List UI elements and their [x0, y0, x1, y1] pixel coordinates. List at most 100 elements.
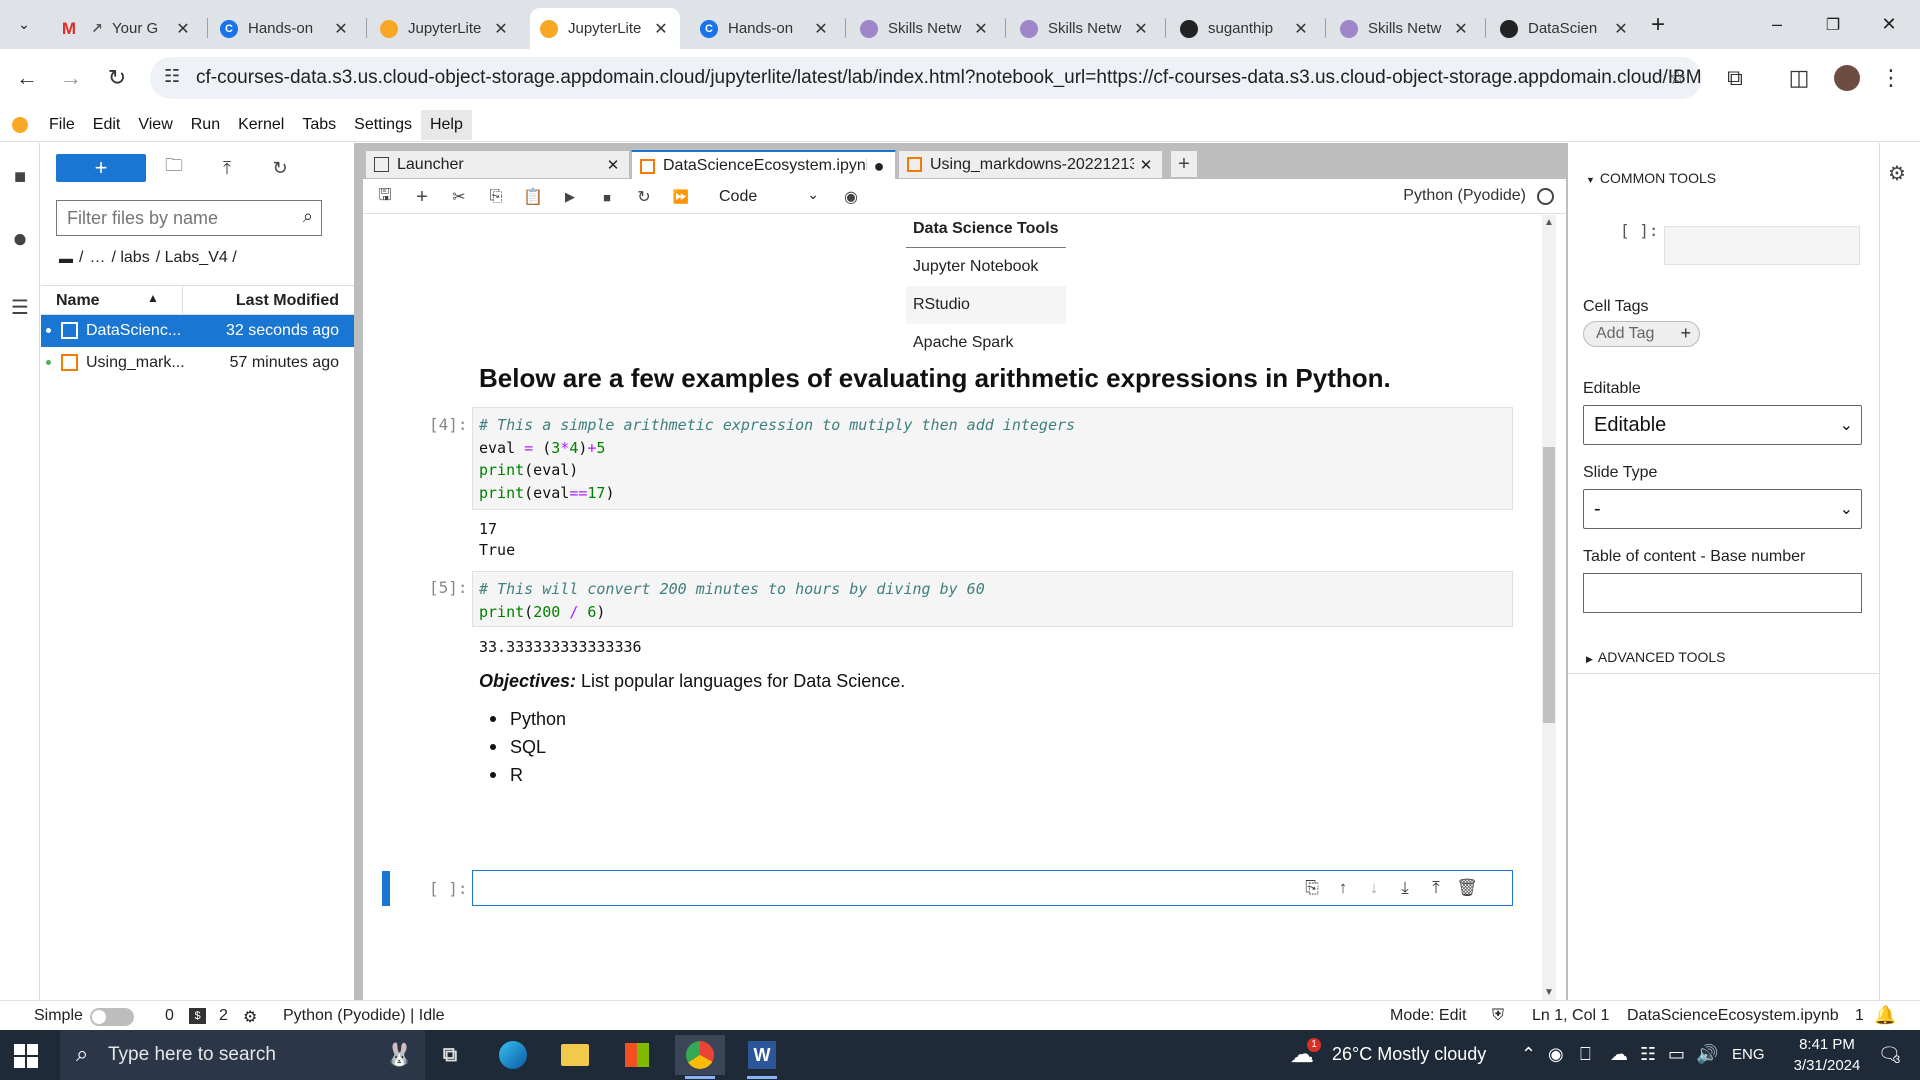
browser-tab-github-2[interactable]: DataScien ✕	[1490, 8, 1640, 49]
notebook-scrollbar[interactable]: ▲ ▼	[1542, 215, 1556, 1000]
add-tag-button[interactable]: Add Tag +	[1583, 321, 1700, 347]
minimize-icon[interactable]: –	[1750, 0, 1804, 49]
save-icon[interactable]: 🖫	[371, 183, 399, 211]
input-language[interactable]: ENG	[1732, 1046, 1765, 1063]
browser-tab-gmail[interactable]: M ↗ Your G ✕	[50, 8, 202, 49]
side-panel-icon[interactable]: ◫	[1780, 59, 1818, 97]
refresh-icon[interactable]: ↻	[266, 154, 294, 182]
upload-icon[interactable]: ⤒	[213, 154, 241, 182]
file-row[interactable]: DataScienc... 32 seconds ago	[41, 315, 354, 347]
system-clock[interactable]: 8:41 PM 3/31/2024	[1782, 1034, 1872, 1076]
close-tab-icon[interactable]: ✕	[174, 19, 192, 39]
menu-file[interactable]: File	[40, 110, 84, 140]
kernel-status[interactable]: Python (Pyodide) | Idle	[283, 1007, 445, 1025]
tab-datascience-notebook[interactable]: DataScienceEcosystem.ipynb ●	[631, 150, 896, 180]
browser-tab-jupyterlite-active[interactable]: JupyterLite ✕	[530, 8, 680, 49]
advanced-tools-section[interactable]: ▶ ADVANCED TOOLS	[1586, 649, 1726, 665]
close-tab-icon[interactable]: ✕	[972, 19, 990, 39]
close-icon[interactable]: ✕	[1138, 156, 1154, 174]
weather-text[interactable]: 26°C Mostly cloudy	[1332, 1044, 1486, 1065]
browser-tab-skills-network-2[interactable]: Skills Netw ✕	[1010, 8, 1160, 49]
tab-using-markdowns[interactable]: Using_markdowns-20221213 ✕	[898, 150, 1163, 179]
column-name-header[interactable]: Name	[56, 292, 100, 310]
new-folder-icon[interactable]: 🗀	[160, 154, 188, 182]
move-down-icon[interactable]: ↓	[1362, 876, 1386, 900]
duplicate-cell-icon[interactable]: ⎘	[1300, 876, 1324, 900]
close-tab-icon[interactable]: ✕	[812, 19, 830, 39]
taskbar-search-box[interactable]: ⌕ Type here to search 🐰	[60, 1030, 425, 1080]
close-tab-icon[interactable]: ✕	[1292, 19, 1310, 39]
close-icon[interactable]: ✕	[605, 156, 621, 174]
extensions-icon[interactable]: ⧉	[1716, 59, 1754, 97]
kernel-count[interactable]: 2	[219, 1007, 228, 1025]
meet-now-icon[interactable]: ⎕	[1580, 1044, 1591, 1065]
restore-icon[interactable]: ❐	[1806, 0, 1860, 49]
browser-menu-icon[interactable]: ⋮	[1872, 59, 1910, 97]
menu-view[interactable]: View	[129, 110, 181, 140]
restart-run-all-icon[interactable]: ⏩	[667, 183, 695, 211]
simple-mode-toggle[interactable]	[90, 1008, 134, 1026]
reload-icon[interactable]: ↻	[98, 59, 136, 97]
browser-tab-hands-on-2[interactable]: C Hands-on ✕	[690, 8, 840, 49]
filter-files-input[interactable]: Filter files by name ⌕	[56, 200, 322, 236]
running-sessions-icon[interactable]: ⏺	[6, 226, 34, 254]
close-tab-icon[interactable]: ✕	[1132, 19, 1150, 39]
menu-edit[interactable]: Edit	[84, 110, 130, 140]
site-settings-icon[interactable]: ☷	[164, 66, 180, 87]
code-cell-5[interactable]: # This will convert 200 minutes to hours…	[472, 571, 1513, 627]
menu-tabs[interactable]: Tabs	[293, 110, 345, 140]
menu-settings[interactable]: Settings	[345, 110, 421, 140]
address-bar[interactable]: ☷ cf-courses-data.s3.us.cloud-object-sto…	[150, 57, 1702, 99]
sidebar-splitter[interactable]	[354, 143, 363, 1000]
close-tab-icon[interactable]: ✕	[332, 19, 350, 39]
toc-base-number-input[interactable]	[1583, 573, 1862, 613]
cursor-position[interactable]: Ln 1, Col 1	[1532, 1007, 1609, 1025]
scroll-down-icon[interactable]: ▼	[1544, 987, 1554, 998]
tab-launcher[interactable]: Launcher ✕	[365, 150, 630, 179]
menu-kernel[interactable]: Kernel	[229, 110, 293, 140]
kernel-name[interactable]: Python (Pyodide)	[1403, 187, 1526, 205]
stop-icon[interactable]: ■	[593, 183, 621, 211]
active-code-cell[interactable]: ⎘ ↑ ↓ ⤓ ⤒ 🗑	[472, 870, 1513, 906]
file-explorer-icon[interactable]	[550, 1035, 600, 1075]
close-tab-icon[interactable]: ✕	[492, 19, 510, 39]
cut-icon[interactable]: ✂	[445, 183, 473, 211]
editable-select[interactable]: Editable ⌄	[1583, 405, 1862, 445]
onedrive-icon[interactable]: ☁	[1610, 1044, 1628, 1065]
chrome-icon[interactable]	[675, 1035, 725, 1079]
folder-icon[interactable]: ■	[6, 163, 34, 191]
microsoft-store-icon[interactable]	[612, 1035, 662, 1075]
word-icon[interactable]: W	[737, 1035, 787, 1079]
insert-above-icon[interactable]: ⤒	[1424, 876, 1448, 900]
volume-icon[interactable]: 🔊	[1696, 1044, 1718, 1065]
menu-help[interactable]: Help	[420, 109, 472, 140]
close-tab-icon[interactable]: ✕	[1452, 19, 1470, 39]
insert-cell-icon[interactable]: +	[408, 183, 436, 211]
new-launcher-button[interactable]: +	[56, 154, 146, 182]
delete-cell-icon[interactable]: 🗑	[1455, 876, 1479, 900]
column-last-modified-header[interactable]: Last Modified	[236, 292, 339, 310]
run-icon[interactable]: ▶	[556, 183, 584, 211]
windows-start-icon[interactable]	[14, 1044, 38, 1068]
restart-kernel-icon[interactable]: ↻	[630, 183, 658, 211]
add-tab-icon[interactable]: +	[1170, 150, 1198, 178]
file-row[interactable]: Using_mark... 57 minutes ago	[41, 347, 354, 379]
notification-count[interactable]: 1	[1855, 1007, 1864, 1025]
record-icon[interactable]: ◉	[1548, 1044, 1564, 1065]
move-up-icon[interactable]: ↑	[1331, 876, 1355, 900]
bookmark-star-icon[interactable]: ☆	[1668, 65, 1686, 90]
cell-type-select[interactable]: Code ⌄	[713, 184, 823, 210]
insert-below-icon[interactable]: ⤓	[1393, 876, 1417, 900]
bell-icon[interactable]: 🔔	[1874, 1005, 1896, 1026]
new-tab-plus-icon[interactable]: +	[1636, 0, 1680, 49]
property-inspector-gears-icon[interactable]: ⚙	[1888, 161, 1906, 186]
terminal-count[interactable]: 0	[165, 1007, 174, 1025]
table-of-contents-icon[interactable]: ☰	[6, 293, 34, 321]
browser-tab-hands-on-1[interactable]: C Hands-on ✕	[210, 8, 360, 49]
common-tools-section[interactable]: ▼ COMMON TOOLS	[1586, 170, 1716, 186]
paste-icon[interactable]: 📋	[519, 183, 547, 211]
close-tab-icon[interactable]: ✕	[652, 19, 670, 39]
profile-avatar[interactable]	[1828, 59, 1866, 97]
battery-icon[interactable]: ▭	[1668, 1044, 1685, 1065]
unsaved-dot-icon[interactable]: ●	[871, 156, 887, 177]
